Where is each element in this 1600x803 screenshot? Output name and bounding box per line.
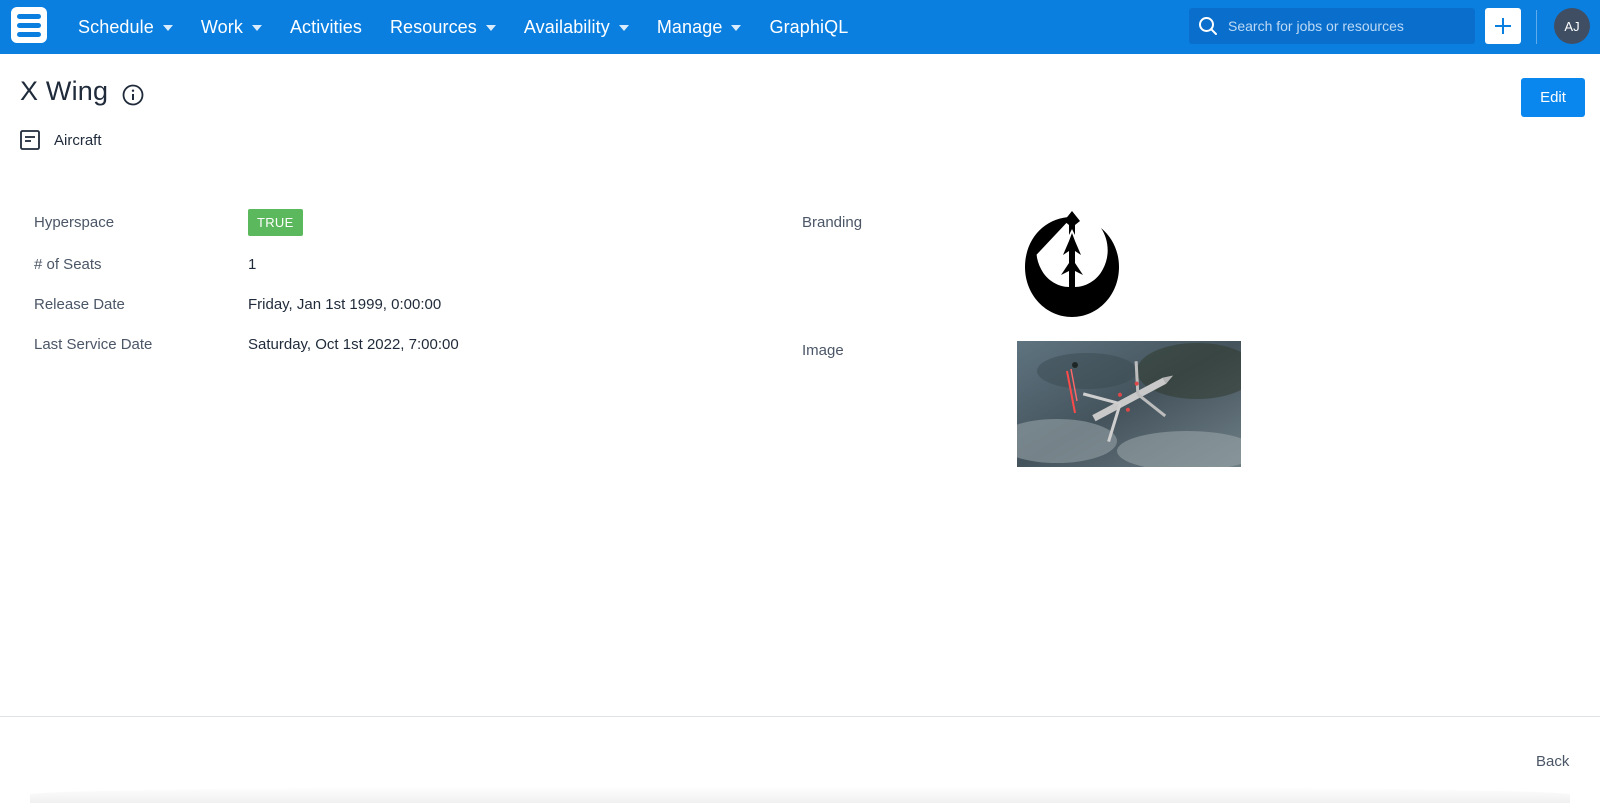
resource-type: Aircraft: [20, 130, 102, 150]
nav-item-label: Work: [200, 16, 243, 37]
nav-item-work[interactable]: Work: [187, 0, 276, 54]
user-avatar[interactable]: AJ: [1554, 8, 1590, 44]
nav-item-label: Activities: [289, 16, 362, 37]
caret-down-icon: [251, 24, 262, 31]
caret-down-icon: [618, 24, 629, 31]
release-date-label: Release Date: [34, 296, 125, 313]
nav-item-label: Schedule: [78, 16, 154, 37]
image-label: Image: [802, 342, 844, 359]
edit-button[interactable]: Edit: [1521, 78, 1585, 117]
search-icon: [1199, 17, 1217, 35]
seats-label: # of Seats: [34, 256, 102, 273]
caret-down-icon: [731, 24, 742, 31]
x-wing-image: [1017, 341, 1241, 467]
nav-divider: [1536, 10, 1537, 44]
last-service-date-value: Saturday, Oct 1st 2022, 7:00:00: [248, 336, 459, 353]
nav-item-label: Manage: [656, 16, 723, 37]
hyperspace-label: Hyperspace: [34, 214, 115, 231]
add-button[interactable]: [1485, 8, 1521, 44]
nav-item-activities[interactable]: Activities: [276, 0, 376, 54]
nav-item-schedule[interactable]: Schedule: [64, 0, 187, 54]
last-service-date-label: Last Service Date: [34, 336, 153, 353]
page-title: X Wing: [20, 76, 109, 106]
back-button[interactable]: Back: [1536, 753, 1569, 770]
nav-item-graphiql[interactable]: GraphiQL: [755, 0, 862, 54]
main-nav: Schedule Work Activities Resources Avail…: [64, 0, 862, 54]
nav-item-label: Resources: [389, 16, 477, 37]
resource-type-label: Aircraft: [54, 131, 102, 149]
top-navigation-bar: Schedule Work Activities Resources Avail…: [0, 0, 1600, 54]
hyperspace-badge: TRUE: [248, 209, 303, 236]
caret-down-icon: [162, 24, 173, 31]
nav-item-availability[interactable]: Availability: [510, 0, 643, 54]
bottom-shadow: [30, 786, 1570, 803]
nav-item-resources[interactable]: Resources: [376, 0, 510, 54]
seats-value: 1: [248, 256, 257, 273]
nav-item-label: Availability: [523, 16, 610, 37]
app-logo-icon[interactable]: [11, 7, 47, 43]
caret-down-icon: [485, 24, 496, 31]
nav-item-label: GraphiQL: [769, 16, 849, 37]
x-wing-photo[interactable]: [1017, 341, 1241, 467]
footer-divider: [0, 716, 1600, 717]
search-box[interactable]: [1189, 8, 1475, 44]
search-input[interactable]: [1228, 18, 1464, 34]
plus-icon: [1495, 18, 1511, 34]
info-icon[interactable]: [122, 84, 144, 106]
avatar-initials: AJ: [1564, 18, 1580, 34]
release-date-value: Friday, Jan 1st 1999, 0:00:00: [248, 296, 442, 313]
rebel-alliance-logo-icon: [1025, 211, 1119, 317]
branding-label: Branding: [802, 214, 863, 231]
document-icon: [20, 130, 40, 150]
nav-item-manage[interactable]: Manage: [643, 0, 756, 54]
